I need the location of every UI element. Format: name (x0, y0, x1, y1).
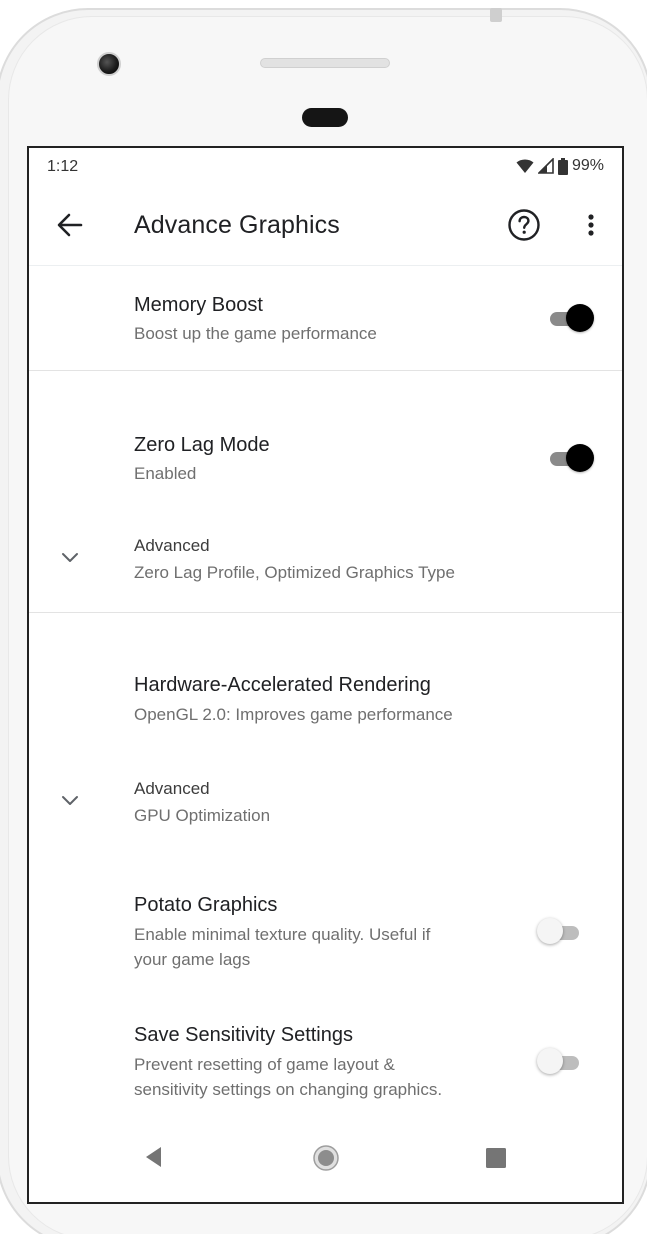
divider (29, 612, 622, 613)
switch-thumb (566, 304, 594, 332)
chevron-down-icon (62, 553, 78, 562)
pref-summary: Prevent resetting of game layout & (134, 1055, 395, 1074)
arrow-back-icon (57, 213, 83, 237)
front-camera (97, 52, 121, 76)
app-bar: Advance Graphics (29, 188, 622, 266)
battery-percent: 99% (571, 157, 604, 174)
memory-boost-switch[interactable] (548, 303, 596, 333)
pref-summary: GPU Optimization (134, 806, 271, 825)
divider (29, 370, 622, 371)
save-sensitivity-switch[interactable] (537, 1048, 585, 1078)
pref-title: Zero Lag Mode (134, 434, 270, 456)
battery-icon (557, 157, 568, 175)
pref-title: Memory Boost (134, 294, 263, 316)
status-time: 1:12 (47, 158, 79, 175)
nav-recents-icon[interactable] (484, 1146, 508, 1170)
signal-icon (537, 158, 554, 174)
nav-home-icon[interactable] (312, 1144, 340, 1172)
pref-save-sensitivity[interactable]: Save Sensitivity Settings Prevent resett… (29, 996, 622, 1106)
pref-hw-advanced[interactable]: Advanced GPU Optimization (29, 759, 622, 839)
nav-back-icon[interactable] (141, 1144, 167, 1170)
proximity-sensor (302, 108, 348, 127)
pref-title: Advanced (134, 779, 210, 798)
phone-side-button (490, 8, 502, 22)
help-circle-icon (508, 209, 540, 241)
zero-lag-switch[interactable] (548, 443, 596, 473)
wifi-icon (516, 159, 534, 173)
pref-zero-lag-advanced[interactable]: Advanced Zero Lag Profile, Optimized Gra… (29, 516, 622, 596)
pref-summary: sensitivity settings on changing graphic… (134, 1080, 443, 1099)
pref-summary: Zero Lag Profile, Optimized Graphics Typ… (134, 563, 455, 582)
page-title: Advance Graphics (134, 211, 340, 239)
status-icons: 99% (516, 157, 604, 175)
pref-title: Potato Graphics (134, 894, 278, 916)
earpiece-speaker (260, 58, 390, 68)
help-button[interactable] (507, 208, 541, 242)
pref-summary: OpenGL 2.0: Improves game performance (134, 705, 453, 724)
pref-summary: Enabled (134, 464, 197, 483)
switch-thumb (537, 1048, 563, 1074)
pref-summary: your game lags (134, 950, 251, 969)
status-bar: 1:12 99% (29, 148, 622, 188)
pref-title: Save Sensitivity Settings (134, 1024, 353, 1046)
switch-thumb (566, 444, 594, 472)
pref-potato-graphics[interactable]: Potato Graphics Enable minimal texture q… (29, 866, 622, 976)
pref-memory-boost[interactable]: Memory Boost Boost up the game performan… (29, 266, 622, 370)
back-button[interactable] (55, 210, 85, 240)
more-vert-icon (588, 214, 594, 236)
chevron-down-icon (62, 796, 78, 805)
potato-graphics-switch[interactable] (537, 918, 585, 948)
system-nav-bar (29, 1122, 622, 1202)
more-options-button[interactable] (579, 208, 603, 242)
pref-zero-lag-mode[interactable]: Zero Lag Mode Enabled (29, 406, 622, 483)
pref-summary: Enable minimal texture quality. Useful i… (134, 925, 431, 944)
pref-title: Hardware-Accelerated Rendering (134, 674, 431, 696)
pref-summary: Boost up the game performance (134, 324, 377, 343)
screen: 1:12 99% Advance Graphics Memory Boost B… (27, 146, 624, 1204)
pref-title: Advanced (134, 536, 210, 555)
switch-thumb (537, 918, 563, 944)
pref-hw-rendering[interactable]: Hardware-Accelerated Rendering OpenGL 2.… (29, 646, 622, 726)
